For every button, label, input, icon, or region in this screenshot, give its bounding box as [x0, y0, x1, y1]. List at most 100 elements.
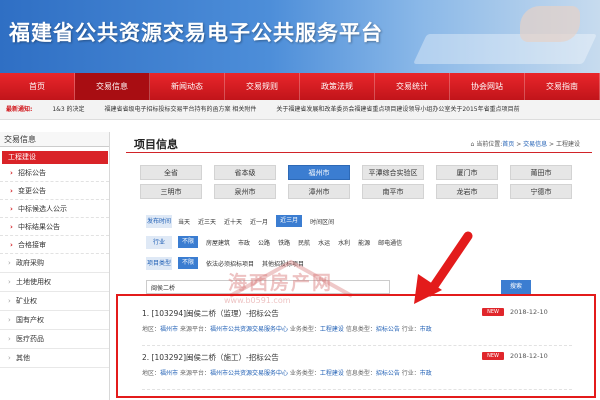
meta-label: 行业：: [399, 326, 420, 333]
result-title[interactable]: 2. [103292]闽侯二桥（施工）-招标公告: [142, 352, 279, 363]
result-meta: 地区：福州市 来源平台：福州市公共资源交易服务中心 业务类型：工程建设 信息类型…: [142, 324, 432, 333]
meta-label: 信息类型：: [343, 370, 376, 377]
new-badge: NEW: [482, 352, 504, 360]
meta-label: 信息类型：: [343, 326, 376, 333]
meta-info[interactable]: 招标公告: [376, 370, 400, 377]
banner-image: [400, 0, 600, 73]
main-nav: 首页 交易信息 新闻动态 交易规则 政策法规 交易统计 协会网站 交易指南: [0, 73, 600, 100]
filter-option[interactable]: 近十天: [224, 217, 242, 226]
meta-region[interactable]: 福州市: [160, 370, 178, 377]
meta-industry[interactable]: 市政: [420, 326, 432, 333]
region-button[interactable]: 龙岩市: [436, 184, 498, 199]
filter-row-time: 发布时间 当天 近三天 近十天 近一月 近三月 时间区间: [146, 212, 456, 230]
list-item[interactable]: 1. [103294]闽侯二桥（监理）-招标公告 NEW 2018-12-10 …: [142, 308, 572, 346]
sidebar-item-engineering[interactable]: 工程建设: [2, 151, 108, 164]
meta-source[interactable]: 福州市公共资源交易服务中心: [210, 370, 288, 377]
region-button[interactable]: 莆田市: [510, 165, 572, 180]
meta-industry[interactable]: 市政: [420, 370, 432, 377]
filter-option[interactable]: 水运: [318, 238, 330, 247]
breadcrumb-sep: >: [514, 141, 524, 148]
meta-biz[interactable]: 工程建设: [320, 370, 344, 377]
region-button[interactable]: 宁德市: [510, 184, 572, 199]
filter-option[interactable]: 铁路: [278, 238, 290, 247]
search-button[interactable]: 搜索: [501, 280, 531, 294]
home-icon: ⌂: [470, 141, 475, 148]
region-button[interactable]: 省本级: [214, 165, 276, 180]
site-title: 福建省公共资源交易电子公共服务平台: [9, 21, 383, 45]
meta-region[interactable]: 福州市: [160, 326, 178, 333]
breadcrumb-home[interactable]: 首页: [502, 141, 514, 148]
breadcrumb-prefix: 当前位置:: [476, 141, 503, 148]
ticker-item[interactable]: 福建省省级电子招标投标交易平台持有的函方案 相关附件: [104, 106, 256, 113]
region-button[interactable]: 福州市: [288, 165, 350, 180]
filter-option[interactable]: 当天: [178, 217, 190, 226]
nav-item-news[interactable]: 新闻动态: [150, 73, 225, 100]
nav-item-home[interactable]: 首页: [0, 73, 75, 100]
region-button[interactable]: 全省: [140, 165, 202, 180]
sidebar-sub-candidate[interactable]: 中标候选人公示: [0, 200, 109, 218]
sidebar-item-mining[interactable]: 矿业权: [0, 292, 109, 311]
sidebar-sub-tender-notice[interactable]: 招标公告: [0, 164, 109, 182]
meta-biz[interactable]: 工程建设: [320, 326, 344, 333]
filter-option-selected[interactable]: 不限: [178, 257, 199, 269]
sidebar-title: 交易信息: [0, 132, 109, 147]
filter-option[interactable]: 市政: [238, 238, 250, 247]
meta-label: 行业：: [399, 370, 420, 377]
page-title: 项目信息: [134, 138, 178, 151]
sidebar-item-state-property[interactable]: 国有产权: [0, 311, 109, 330]
result-title[interactable]: 1. [103294]闽侯二桥（监理）-招标公告: [142, 308, 279, 319]
meta-info[interactable]: 招标公告: [376, 326, 400, 333]
sidebar-item-medical[interactable]: 医疗药品: [0, 330, 109, 349]
filter-label: 发布时间: [146, 214, 172, 228]
region-filter: 全省 省本级 福州市 平潭综合实验区 厦门市 莆田市 三明市 泉州市 漳州市 南…: [140, 165, 580, 199]
sidebar-item-gov-procurement[interactable]: 政府采购: [0, 254, 109, 273]
region-button[interactable]: 漳州市: [288, 184, 350, 199]
filter-option[interactable]: 时间区间: [310, 217, 334, 226]
meta-label: 地区：: [142, 326, 161, 333]
nav-item-trade-info[interactable]: 交易信息: [75, 73, 150, 100]
region-button[interactable]: 厦门市: [436, 165, 498, 180]
filter-option-selected[interactable]: 近三月: [276, 215, 303, 227]
ticker-item[interactable]: 1&3 的决定: [52, 106, 84, 113]
filter-label: 行业: [146, 235, 172, 249]
region-button[interactable]: 平潭综合实验区: [362, 165, 424, 180]
nav-item-guide[interactable]: 交易指南: [525, 73, 600, 100]
result-date: 2018-12-10: [510, 308, 548, 316]
sidebar-item-other[interactable]: 其他: [0, 349, 109, 368]
filter-option[interactable]: 近一月: [250, 217, 268, 226]
nav-item-policy[interactable]: 政策法规: [300, 73, 375, 100]
sidebar: 交易信息 工程建设 招标公告 变更公告 中标候选人公示 中标结果公告 合格接审 …: [0, 132, 110, 400]
meta-label: 地区：: [142, 370, 161, 377]
meta-label: 来源平台：: [178, 370, 210, 377]
region-button[interactable]: 南平市: [362, 184, 424, 199]
meta-source[interactable]: 福州市公共资源交易服务中心: [210, 326, 288, 333]
watermark-text: 海西房产网: [228, 272, 334, 294]
breadcrumb: ⌂ 当前位置:首页 > 交易信息 > 工程建设: [471, 139, 581, 148]
result-date: 2018-12-10: [510, 352, 548, 360]
sidebar-item-land[interactable]: 土地使用权: [0, 273, 109, 292]
notice-ticker: 最新通知: 1&3 的决定 福建省省级电子招标投标交易平台持有的函方案 相关附件…: [0, 100, 600, 120]
filter-option-selected[interactable]: 不限: [178, 236, 199, 248]
filter-option[interactable]: 能源: [358, 238, 370, 247]
nav-item-rules[interactable]: 交易规则: [225, 73, 300, 100]
sidebar-sub-change-notice[interactable]: 变更公告: [0, 182, 109, 200]
meta-label: 业务类型：: [287, 370, 320, 377]
nav-item-stats[interactable]: 交易统计: [375, 73, 450, 100]
result-meta: 地区：福州市 来源平台：福州市公共资源交易服务中心 业务类型：工程建设 信息类型…: [142, 368, 432, 377]
sidebar-sub-review[interactable]: 合格接审: [0, 236, 109, 254]
new-badge: NEW: [482, 308, 504, 316]
nav-item-association[interactable]: 协会网站: [450, 73, 525, 100]
header-banner: 福建省公共资源交易电子公共服务平台: [0, 0, 600, 73]
region-button[interactable]: 三明市: [140, 184, 202, 199]
filter-option[interactable]: 公路: [258, 238, 270, 247]
sidebar-sub-result[interactable]: 中标结果公告: [0, 218, 109, 236]
filter-option[interactable]: 民航: [298, 238, 310, 247]
ticker-item[interactable]: 关于福建省发展和改革委员会福建省重点项目建设领导小组办公室关于2015年省重点项…: [276, 106, 519, 113]
filter-option[interactable]: 水利: [338, 238, 350, 247]
filter-option[interactable]: 房屋建筑: [206, 238, 230, 247]
filter-option[interactable]: 近三天: [198, 217, 216, 226]
region-button[interactable]: 泉州市: [214, 184, 276, 199]
breadcrumb-level1[interactable]: 交易信息: [523, 141, 547, 148]
list-item[interactable]: 2. [103292]闽侯二桥（施工）-招标公告 NEW 2018-12-10 …: [142, 352, 572, 390]
filter-option[interactable]: 邮电通信: [378, 238, 402, 247]
